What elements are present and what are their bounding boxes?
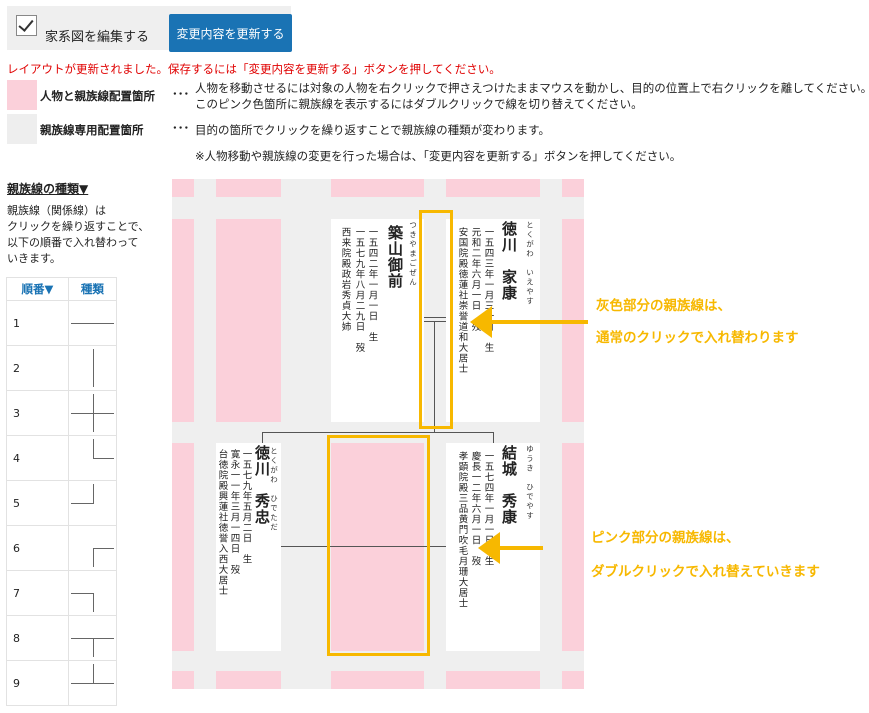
line-types-heading[interactable]: 親族線の種類▼ [7, 180, 88, 197]
edit-family-tree-checkbox[interactable] [16, 15, 37, 36]
pink-placement-zone[interactable] [216, 179, 281, 197]
table-row: 8 [6, 615, 118, 661]
pink-placement-zone[interactable] [562, 179, 584, 197]
row-number: 2 [6, 345, 69, 391]
down-left-corner-icon [67, 570, 118, 616]
pink-placement-zone[interactable] [172, 671, 194, 689]
pink-placement-zone[interactable] [562, 443, 584, 651]
table-row: 9 [6, 660, 118, 706]
row-number: 8 [6, 615, 69, 661]
line-types-table: 順番▼ 種類 1 2 3 4 5 6 7 8 9 [6, 277, 118, 706]
pink-note-line-2: ダブルクリックで入れ替えていきます [591, 564, 820, 580]
line-types-desc-1: 親族線（関係線）は [7, 204, 106, 217]
pink-legend-title: 人物と親族線配置箇所 [40, 89, 155, 103]
gray-note-arrow [482, 320, 588, 324]
gray-note-arrowhead [470, 306, 492, 338]
row-number: 7 [6, 570, 69, 616]
pink-legend-dots: ･･･ [172, 87, 190, 101]
layout-updated-notice: レイアウトが更新されました。保存するには「変更内容を更新する」ボタンを押してくだ… [7, 62, 501, 76]
person-posthumous: 安国院殿徳蓮社崇誉道和大居士 [456, 227, 468, 374]
pink-note-arrowhead [478, 532, 500, 564]
child-line [493, 432, 494, 443]
table-row: 4 [6, 435, 118, 481]
pink-legend-desc-2: このピンク色箇所に親族線を表示するにはダブルクリックで線を切り替えてください。 [195, 97, 643, 111]
pink-area-swatch [7, 80, 37, 110]
person-kana: とくがわ いえやす [525, 221, 535, 307]
vertical-line-icon [67, 345, 118, 391]
table-row: 6 [6, 525, 118, 571]
update-changes-button[interactable]: 変更内容を更新する [169, 14, 292, 52]
up-right-corner-icon [67, 435, 118, 481]
person-birth: 一五七九年五月二日 生 [240, 449, 252, 565]
table-row: 5 [6, 480, 118, 526]
table-row: 2 [6, 345, 118, 391]
person-kana: ゆうき ひでやす [525, 445, 535, 521]
line-types-desc-2: クリックを繰り返すことで、 [7, 220, 150, 233]
gray-legend-title: 親族線専用配置箇所 [40, 123, 144, 137]
gray-legend-desc: 目的の箇所でクリックを繰り返すことで親族線の種類が変わります。 [195, 123, 551, 137]
pink-note-line-1: ピンク部分の親族線は、 [591, 530, 740, 546]
toolbar: 家系図を編集する 変更内容を更新する [7, 6, 292, 52]
person-name: 築山御前 [386, 225, 404, 289]
gray-note-line-2: 通常のクリックで入れ替わります [596, 330, 799, 346]
line-types-desc-4: いきます。 [7, 252, 61, 265]
person-birth: 一五四二年一月一日 生 [366, 227, 378, 343]
person-card-tsukiyama[interactable]: つきやまごぜん 築山御前 一五四二年一月一日 生 一五七九年八月二九日 歿 西来… [331, 219, 424, 422]
child-line [262, 432, 263, 443]
pink-zone-highlight [327, 435, 430, 656]
pink-placement-zone[interactable] [331, 179, 424, 197]
person-card-hidetada[interactable]: とくがわ ひでただ 徳川 秀忠 一五七九年五月二日 生 寛永一一年三月一四日 歿… [216, 443, 281, 651]
tee-up-icon [67, 660, 118, 706]
type-column-header: 種類 [67, 277, 118, 301]
tee-down-icon [67, 615, 118, 661]
line-types-desc-3: 以下の順番で入れ替わって [7, 236, 139, 249]
sibling-line [262, 432, 494, 433]
row-number: 4 [6, 435, 69, 481]
pink-legend-desc-1: 人物を移動させるには対象の人物を右クリックで押さえつけたままマウスを動かし、目的… [195, 81, 869, 95]
row-number: 9 [6, 660, 69, 706]
person-posthumous: 西来院殿政岩秀貞大姉 [339, 227, 351, 332]
edit-family-tree-label[interactable]: 家系図を編集する [45, 26, 149, 45]
gray-note-line-1: 灰色部分の親族線は、 [596, 298, 731, 314]
pink-placement-zone[interactable] [446, 671, 540, 689]
row-number: 5 [6, 480, 69, 526]
gray-area-swatch [7, 114, 37, 144]
person-death: 一五七九年八月二九日 歿 [353, 227, 365, 353]
person-posthumous: 台徳院殿興蓮社徳誉入西大居士 [216, 449, 228, 596]
pink-placement-zone[interactable] [446, 179, 540, 197]
person-kana: つきやまごぜん [408, 221, 418, 288]
pink-placement-zone[interactable] [331, 671, 424, 689]
person-name: 徳川 秀忠 [253, 445, 271, 525]
down-right-corner-icon [67, 525, 118, 571]
person-death: 寛永一一年三月一四日 歿 [228, 449, 240, 575]
person-kana: とくがわ ひでただ [269, 447, 279, 533]
pink-placement-zone[interactable] [216, 219, 281, 422]
up-left-corner-icon [67, 480, 118, 526]
pink-placement-zone[interactable] [562, 671, 584, 689]
pink-placement-zone[interactable] [172, 219, 194, 422]
horizontal-line-icon [67, 300, 118, 346]
person-posthumous: 孝顕院殿三品黄門吹毛月珊大居士 [456, 451, 468, 609]
pink-placement-zone[interactable] [172, 443, 194, 651]
row-number: 1 [6, 300, 69, 346]
legend-footnote: ※人物移動や親族線の変更を行った場合は、「変更内容を更新する」ボタンを押してくだ… [195, 149, 682, 163]
family-tree-canvas[interactable]: つきやまごぜん 築山御前 一五四二年一月一日 生 一五七九年八月二九日 歿 西来… [172, 179, 584, 689]
row-number: 3 [6, 390, 69, 436]
table-row: 3 [6, 390, 118, 436]
person-name: 結城 秀康 [500, 445, 518, 525]
order-column-header[interactable]: 順番▼ [6, 277, 69, 301]
gray-zone-highlight [419, 210, 453, 429]
cross-line-icon [67, 390, 118, 436]
gray-legend-dots: ･･･ [172, 121, 190, 135]
row-number: 6 [6, 525, 69, 571]
person-name: 徳川 家康 [500, 221, 518, 301]
pink-placement-zone[interactable] [172, 179, 194, 197]
table-row: 7 [6, 570, 118, 616]
table-row: 1 [6, 300, 118, 346]
pink-placement-zone[interactable] [216, 671, 281, 689]
